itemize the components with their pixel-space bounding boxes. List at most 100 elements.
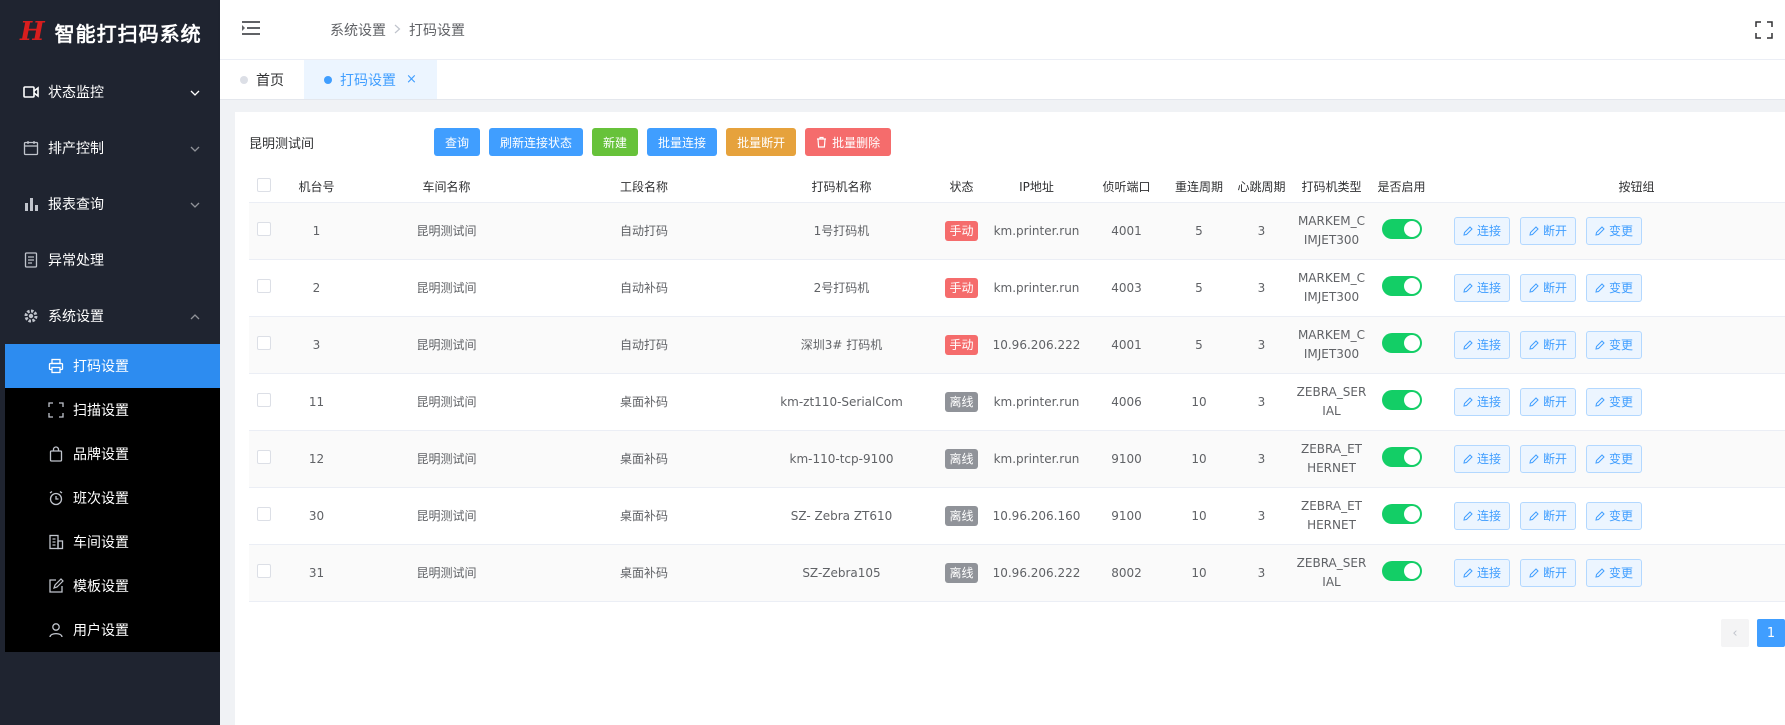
change-button[interactable]: 变更	[1586, 387, 1643, 416]
query-button[interactable]: 查询	[434, 128, 481, 156]
prev-page-button[interactable]: ‹	[1721, 619, 1749, 647]
ip-cell: 10.96.206.222	[989, 316, 1084, 374]
port-cell: 4001	[1084, 202, 1169, 260]
menu-exception-handling[interactable]: 异常处理	[0, 232, 220, 288]
tab-print-settings[interactable]: 打码设置 ×	[304, 60, 437, 99]
batch-disconnect-button[interactable]: 批量断开	[726, 128, 797, 156]
edit-icon	[1529, 339, 1539, 350]
disconnect-label: 断开	[1543, 281, 1568, 295]
menu-report-query[interactable]: 报表查询	[0, 176, 220, 232]
top-header: 系统设置 打码设置	[220, 0, 1785, 60]
close-icon[interactable]: ×	[406, 72, 417, 87]
chevron-down-icon	[190, 140, 200, 156]
disconnect-button[interactable]: 断开	[1520, 273, 1577, 302]
sidebar-item-scan-settings[interactable]: 扫描设置	[5, 388, 220, 432]
ip-cell: 10.96.206.160	[989, 487, 1084, 545]
content-card: 昆明测试间 查询 刷新连接状态 新建 批量连接 批量断开 批量删除 机台号 车间…	[235, 112, 1785, 725]
sidebar-item-workshop-settings[interactable]: 车间设置	[5, 520, 220, 564]
select-cell	[249, 373, 279, 431]
sub-item-label: 品牌设置	[73, 447, 129, 463]
table-row: 11 昆明测试间 桌面补码 km-zt110-SerialCom 离线 km.p…	[249, 373, 1785, 431]
tab-home[interactable]: 首页	[220, 60, 304, 99]
disconnect-button[interactable]: 断开	[1520, 558, 1577, 587]
disconnect-label: 断开	[1543, 509, 1568, 523]
enabled-switch[interactable]	[1381, 561, 1422, 581]
enabled-switch[interactable]	[1381, 219, 1422, 239]
disconnect-button[interactable]: 断开	[1520, 330, 1577, 359]
status-badge: 手动	[945, 220, 978, 241]
row-checkbox[interactable]	[257, 336, 271, 350]
enabled-switch[interactable]	[1381, 276, 1422, 296]
workshop-cell: 昆明测试间	[354, 544, 539, 602]
sidebar-item-template-settings[interactable]: 模板设置	[5, 564, 220, 608]
enabled-cell	[1369, 373, 1434, 431]
connect-button[interactable]: 连接	[1454, 330, 1511, 359]
enabled-switch[interactable]	[1381, 504, 1422, 524]
menu-production-control[interactable]: 排产控制	[0, 120, 220, 176]
printer-type: MARKEM_CIMJET300	[1297, 270, 1366, 304]
workshop-cell: 昆明测试间	[354, 202, 539, 260]
row-checkbox[interactable]	[257, 279, 271, 293]
connect-label: 连接	[1477, 566, 1502, 580]
enabled-switch[interactable]	[1381, 447, 1422, 467]
row-checkbox[interactable]	[257, 507, 271, 521]
change-button[interactable]: 变更	[1586, 330, 1643, 359]
select-all-checkbox[interactable]	[257, 178, 271, 193]
sub-item-label: 车间设置	[73, 535, 129, 551]
disconnect-button[interactable]: 断开	[1520, 501, 1577, 530]
connect-button[interactable]: 连接	[1454, 501, 1511, 530]
change-button[interactable]: 变更	[1586, 558, 1643, 587]
connect-button[interactable]: 连接	[1454, 216, 1511, 245]
menu-system-settings[interactable]: 系统设置	[0, 288, 220, 344]
change-button[interactable]: 变更	[1586, 273, 1643, 302]
batch-delete-button[interactable]: 批量删除	[805, 128, 892, 156]
breadcrumb-item-system-settings[interactable]: 系统设置	[330, 20, 386, 40]
connect-button[interactable]: 连接	[1454, 273, 1511, 302]
heartbeat-cell: 3	[1229, 544, 1294, 602]
enabled-switch[interactable]	[1381, 333, 1422, 353]
create-button[interactable]: 新建	[592, 128, 639, 156]
select-cell	[249, 487, 279, 545]
trash-icon	[816, 136, 827, 148]
column-header: 重连周期	[1169, 172, 1229, 203]
chevron-down-icon	[190, 84, 200, 100]
sidebar-item-shift-settings[interactable]: 班次设置	[5, 476, 220, 520]
change-label: 变更	[1609, 281, 1634, 295]
refresh-connection-button[interactable]: 刷新连接状态	[489, 128, 584, 156]
printer-type: ZEBRA_SERIAL	[1296, 555, 1367, 589]
actions-cell: 连接 断开 变更	[1434, 316, 1785, 374]
sidebar-item-print-settings[interactable]: 打码设置	[5, 344, 220, 388]
bar-chart-icon	[22, 195, 40, 213]
column-header: 按钮组	[1434, 172, 1785, 203]
change-button[interactable]: 变更	[1586, 501, 1643, 530]
sidebar-item-brand-settings[interactable]: 品牌设置	[5, 432, 220, 476]
disconnect-button[interactable]: 断开	[1520, 216, 1577, 245]
page-number-button[interactable]: 1	[1757, 619, 1785, 647]
row-checkbox[interactable]	[257, 564, 271, 578]
ip-cell: km.printer.run	[989, 259, 1084, 317]
row-checkbox[interactable]	[257, 450, 271, 464]
section-cell: 自动打码	[539, 202, 749, 260]
enabled-switch[interactable]	[1381, 390, 1422, 410]
column-header: 状态	[934, 172, 989, 203]
change-button[interactable]: 变更	[1586, 216, 1643, 245]
connect-button[interactable]: 连接	[1454, 444, 1511, 473]
port-cell: 9100	[1084, 430, 1169, 488]
sidebar-item-user-settings[interactable]: 用户设置	[5, 608, 220, 652]
connect-button[interactable]: 连接	[1454, 387, 1511, 416]
disconnect-button[interactable]: 断开	[1520, 387, 1577, 416]
select-cell	[249, 430, 279, 488]
select-cell	[249, 316, 279, 374]
change-button[interactable]: 变更	[1586, 444, 1643, 473]
disconnect-button[interactable]: 断开	[1520, 444, 1577, 473]
batch-connect-button[interactable]: 批量连接	[647, 128, 718, 156]
status-cell: 手动	[934, 316, 989, 374]
hamburger-icon[interactable]	[242, 20, 266, 40]
reconnect-cell: 5	[1169, 202, 1229, 260]
connect-button[interactable]: 连接	[1454, 558, 1511, 587]
sub-item-label: 模板设置	[73, 579, 129, 595]
row-checkbox[interactable]	[257, 393, 271, 407]
row-checkbox[interactable]	[257, 222, 271, 236]
menu-status-monitor[interactable]: 状态监控	[0, 64, 220, 120]
fullscreen-icon[interactable]	[1755, 21, 1773, 39]
